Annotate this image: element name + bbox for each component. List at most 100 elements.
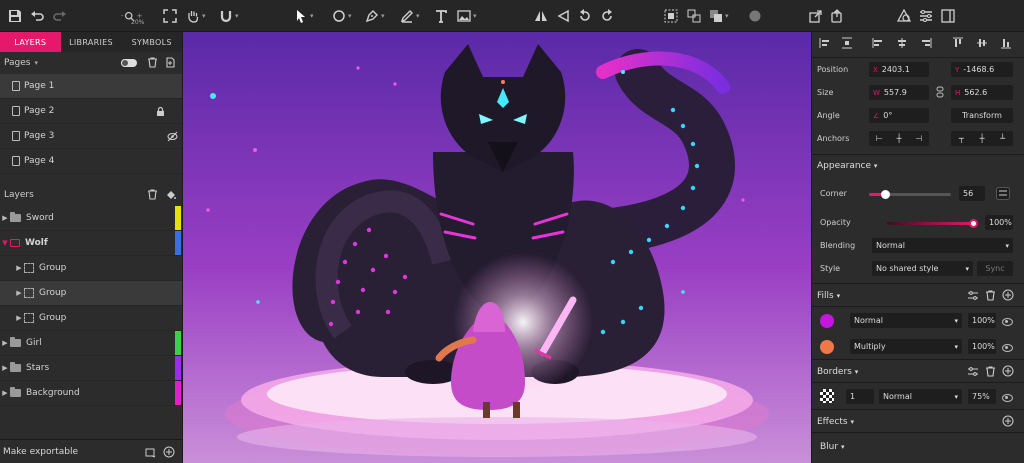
opacity-slider-track[interactable] [887, 219, 978, 228]
page-item[interactable]: Page 4 [0, 149, 182, 174]
align-center-icon[interactable] [896, 37, 908, 52]
opacity-slider-handle[interactable] [969, 219, 978, 228]
pages-toggle[interactable] [121, 59, 137, 67]
toggle-panel-icon[interactable] [941, 6, 955, 26]
fill-opacity-field[interactable]: 100% [968, 313, 996, 328]
chevron-right-icon[interactable]: ▶ [0, 339, 10, 347]
chevron-right-icon[interactable]: ▶ [0, 364, 10, 372]
trash-icon[interactable] [147, 189, 158, 200]
align-middle-icon[interactable] [976, 37, 988, 52]
transform-button[interactable]: Transform [951, 108, 1013, 123]
tab-libraries[interactable]: LIBRARIES [61, 32, 122, 52]
add-effect-icon[interactable] [1002, 415, 1014, 430]
fill-color-swatch[interactable] [820, 314, 834, 328]
horizontal-anchors[interactable]: ⊢ ┼ ⊣ [869, 131, 929, 146]
magnet-icon[interactable]: ▾ [219, 6, 239, 26]
pen-icon[interactable]: ▾ [365, 6, 385, 26]
anchor-left-icon[interactable]: ⊢ [876, 134, 883, 143]
pages-header[interactable]: Pages ▾ [0, 52, 182, 74]
layer-row[interactable]: ▶ Girl [0, 331, 182, 356]
shared-style-select[interactable]: No shared style ▾ [872, 261, 973, 276]
rotate-left-icon[interactable] [578, 6, 592, 26]
flip-vertical-icon[interactable] [556, 6, 570, 26]
boolean-icon[interactable] [897, 6, 911, 26]
text-icon[interactable] [434, 6, 448, 26]
page-item[interactable]: Page 1 [0, 74, 182, 99]
layer-row[interactable]: ▶ Stars [0, 356, 182, 381]
angle-field[interactable]: ∠ 0° [869, 108, 929, 123]
fills-header[interactable]: Fills ▾ [817, 291, 840, 301]
fill-bucket-icon[interactable] [165, 189, 176, 200]
chevron-down-icon[interactable]: ▼ [0, 239, 10, 247]
lock-ratio-icon[interactable] [935, 86, 945, 101]
trash-icon[interactable] [985, 366, 996, 380]
effects-header[interactable]: Effects ▾ [817, 417, 854, 427]
opacity-field[interactable]: 100% [985, 215, 1013, 230]
borders-header[interactable]: Borders ▾ [817, 367, 858, 377]
page-item[interactable]: Page 2 [0, 99, 182, 124]
ellipse-icon[interactable]: ▾ [332, 6, 352, 26]
anchor-center-icon[interactable]: ┼ [897, 134, 902, 143]
hand-icon[interactable]: ▾ [186, 6, 206, 26]
fill-blend-select[interactable]: Normal ▾ [850, 313, 962, 328]
settings-icon[interactable] [919, 6, 933, 26]
make-exportable-bar[interactable]: Make exportable [0, 439, 183, 463]
anchor-bottom-icon[interactable]: ┴ [1000, 134, 1005, 143]
layer-row[interactable]: ▶ Group [0, 306, 182, 331]
border-blend-select[interactable]: Normal ▾ [879, 389, 962, 404]
align-bottom-icon[interactable] [1000, 37, 1012, 52]
arrange-icon[interactable]: ▾ [709, 6, 729, 26]
layer-row[interactable]: ▶ Background [0, 381, 182, 406]
border-opacity-field[interactable]: 75% [968, 389, 996, 404]
appearance-header[interactable]: Appearance ▾ [817, 161, 877, 171]
fill-color-swatch[interactable] [820, 340, 834, 354]
eye-hidden-icon[interactable] [167, 131, 178, 142]
corner-slider-handle[interactable] [881, 190, 891, 199]
tab-symbols[interactable]: SYMBOLS [121, 32, 182, 52]
pencil-icon[interactable]: ▾ [400, 6, 420, 26]
anchor-middle-icon[interactable]: ┼ [980, 134, 985, 143]
align-top-icon[interactable] [952, 37, 964, 52]
corner-field[interactable]: 56 [959, 186, 985, 201]
undo-icon[interactable] [30, 6, 44, 26]
ungroup-icon[interactable] [687, 6, 701, 26]
add-icon[interactable] [163, 446, 175, 461]
lock-icon[interactable] [155, 106, 166, 117]
rotate-right-icon[interactable] [600, 6, 614, 26]
flip-horizontal-icon[interactable] [534, 6, 548, 26]
slice-icon[interactable] [145, 447, 156, 461]
align-left-edge-icon[interactable] [819, 37, 831, 52]
blending-select[interactable]: Normal ▾ [872, 238, 1013, 253]
image-icon[interactable]: ▾ [457, 6, 477, 26]
share-icon[interactable] [830, 6, 844, 26]
border-color-swatch[interactable] [820, 389, 834, 403]
fit-screen-icon[interactable] [163, 6, 177, 26]
anchor-right-icon[interactable]: ⊣ [915, 134, 922, 143]
sync-button[interactable]: Sync [977, 261, 1013, 276]
border-width-field[interactable]: 1 [846, 389, 874, 404]
fill-opacity-field[interactable]: 100% [968, 339, 996, 354]
eye-icon[interactable] [1002, 394, 1013, 402]
position-x-field[interactable]: X 2403.1 [869, 62, 929, 77]
vertical-anchors[interactable]: ┬ ┼ ┴ [951, 131, 1013, 146]
layer-row[interactable]: ▶ Group [0, 281, 182, 306]
save-icon[interactable] [8, 6, 22, 26]
border-settings-icon[interactable] [967, 366, 979, 381]
tab-layers[interactable]: LAYERS [0, 32, 61, 52]
corner-slider-track[interactable] [869, 190, 951, 199]
anchor-top-icon[interactable]: ┬ [959, 134, 964, 143]
page-item[interactable]: Page 3 [0, 124, 182, 149]
trash-icon[interactable] [985, 290, 996, 304]
corner-settings-icon[interactable] [996, 187, 1010, 203]
layer-row[interactable]: ▼ Wolf [0, 231, 182, 256]
eye-icon[interactable] [1002, 318, 1013, 326]
artboard-canvas[interactable] [183, 32, 811, 463]
layer-row[interactable]: ▶ Group [0, 256, 182, 281]
group-icon[interactable] [664, 6, 678, 26]
chevron-right-icon[interactable]: ▶ [0, 214, 10, 222]
blur-row[interactable]: Blur ▾ [820, 442, 844, 452]
layer-row[interactable]: ▶ Sword [0, 206, 182, 231]
export-icon[interactable] [808, 6, 822, 26]
align-right-icon[interactable] [920, 37, 932, 52]
position-y-field[interactable]: Y -1468.6 [951, 62, 1013, 77]
